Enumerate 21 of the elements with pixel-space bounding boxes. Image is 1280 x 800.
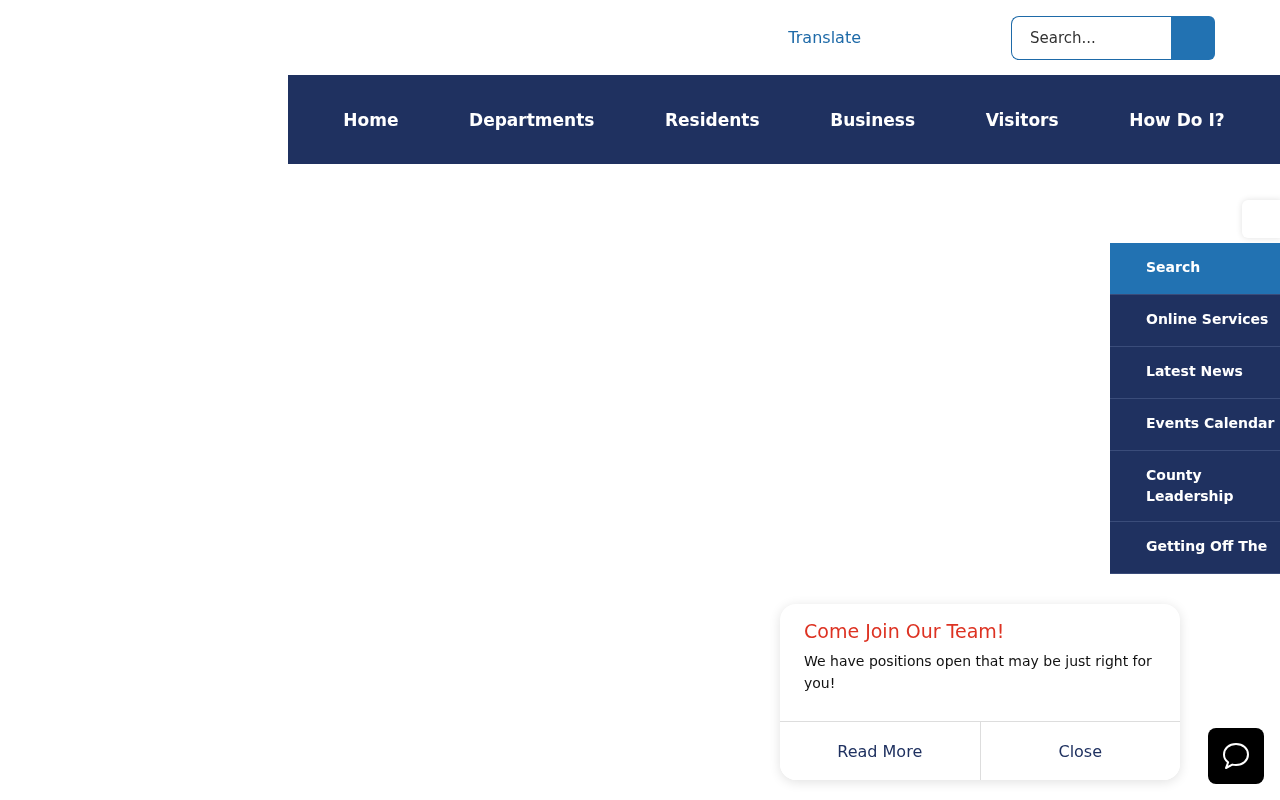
side-menu-item[interactable]: Online Services [1110, 295, 1280, 347]
nav-link[interactable]: Visitors [985, 109, 1059, 130]
side-menu-item[interactable]: Latest News [1110, 347, 1280, 399]
side-menu-item[interactable]: Search [1110, 243, 1280, 295]
popup-button[interactable]: Close [979, 722, 1180, 780]
popup-title: Come Join Our Team! [804, 620, 1006, 642]
nav-link[interactable]: Business [830, 109, 916, 130]
nav-link[interactable]: Home [343, 109, 399, 130]
nav-link[interactable]: Residents [665, 109, 760, 130]
search-field[interactable]: Search... [1011, 15, 1171, 60]
nav-link[interactable]: How Do I? [1129, 109, 1225, 130]
nav-link[interactable]: Departments [469, 109, 595, 130]
popup-message: We have positions open that may be just right for you! [804, 652, 1153, 693]
side-menu-item[interactable]: Getting Off The [1110, 522, 1280, 574]
translate-link[interactable]: Translate [788, 28, 861, 47]
search-button[interactable] [1171, 15, 1215, 60]
side-menu-item[interactable]: County Leadership [1110, 451, 1280, 522]
side-menu-item[interactable]: Events Calendar [1110, 399, 1280, 451]
chat-button[interactable] [1208, 728, 1264, 784]
speech-bubble-icon [1221, 741, 1251, 771]
popup-button[interactable]: Read More [780, 722, 980, 780]
